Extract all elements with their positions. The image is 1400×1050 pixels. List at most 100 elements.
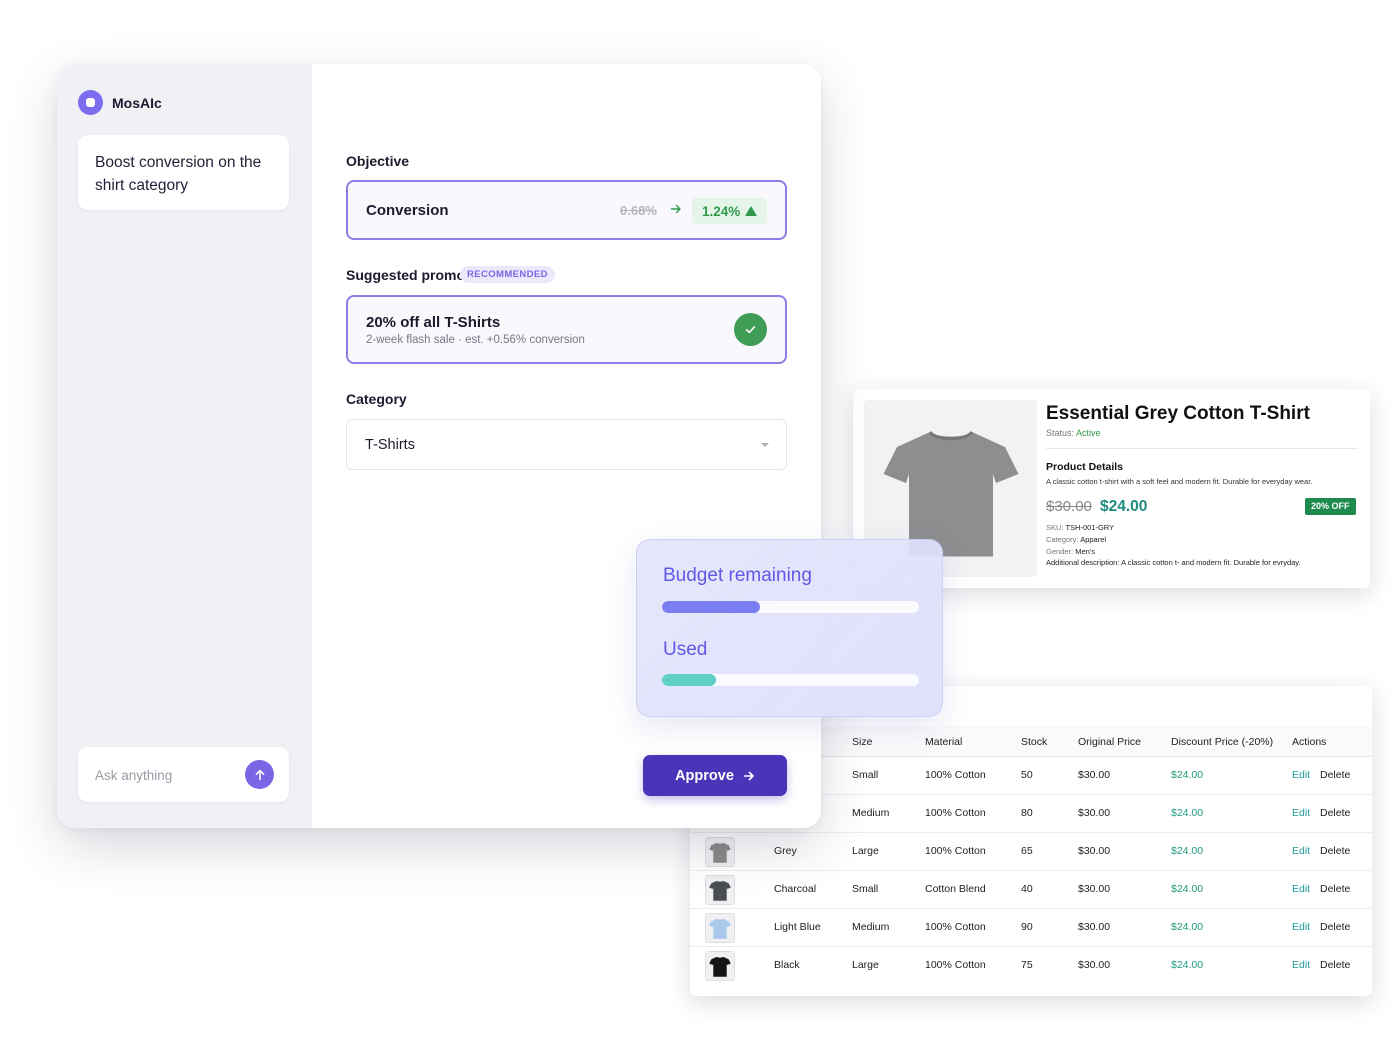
approve-button[interactable]: Approve <box>643 755 787 796</box>
cell-discount-price: $24.00 <box>1171 845 1204 857</box>
edit-link[interactable]: Edit <box>1292 921 1310 933</box>
edit-link[interactable]: Edit <box>1292 845 1310 857</box>
check-icon <box>734 313 767 346</box>
tshirt-thumbnail <box>705 913 735 943</box>
status-key: Status: <box>1046 428 1075 438</box>
cell-original-price: $30.00 <box>1078 845 1111 857</box>
budget-remaining-label: Budget remaining <box>663 565 812 586</box>
objective-new-text: 1.24% <box>702 203 741 219</box>
brand-name: MosAIc <box>112 94 162 111</box>
sku-value: TSH-001-GRY <box>1065 523 1115 532</box>
chevron-down-icon <box>761 443 769 447</box>
budget-remaining-bar <box>662 601 919 613</box>
delete-link[interactable]: Delete <box>1320 883 1350 895</box>
edit-link[interactable]: Edit <box>1292 959 1310 971</box>
gender-value: Men's <box>1075 547 1095 556</box>
objective-new-value: 1.24% <box>692 198 768 224</box>
edit-link[interactable]: Edit <box>1292 883 1310 895</box>
additional-value: A classic cotton t- and modern fit. Dura… <box>1121 558 1301 567</box>
cell-size: Small <box>852 883 879 895</box>
cell-original-price: $30.00 <box>1078 883 1111 895</box>
delete-link[interactable]: Delete <box>1320 845 1350 857</box>
edit-link[interactable]: Edit <box>1292 807 1310 819</box>
cell-color: Light Blue <box>774 921 821 933</box>
cell-material: 100% Cotton <box>925 921 986 933</box>
header-stock: Stock <box>1021 736 1048 748</box>
cell-discount-price: $24.00 <box>1171 959 1204 971</box>
approve-label: Approve <box>675 767 734 784</box>
cell-material: 100% Cotton <box>925 807 986 819</box>
cell-material: Cotton Blend <box>925 883 986 895</box>
product-additional: Additional description: A classic cotton… <box>1046 558 1301 567</box>
cell-stock: 80 <box>1021 807 1033 819</box>
product-details-heading: Product Details <box>1046 461 1124 473</box>
category-label: Category <box>346 391 407 407</box>
gender-key: Gender: <box>1046 547 1074 556</box>
cell-size: Large <box>852 959 879 971</box>
cell-original-price: $30.00 <box>1078 807 1111 819</box>
tshirt-thumbnail <box>705 951 735 981</box>
ask-input[interactable] <box>93 747 237 804</box>
arrow-up-icon <box>255 769 264 780</box>
divider <box>1046 448 1358 449</box>
objective-card[interactable]: Conversion 0.68% 1.24% <box>346 180 787 240</box>
delete-link[interactable]: Delete <box>1320 807 1350 819</box>
cell-original-price: $30.00 <box>1078 769 1111 781</box>
table-row: Grey Large 100% Cotton 65 $30.00 $24.00 … <box>690 832 1372 871</box>
edit-link[interactable]: Edit <box>1292 769 1310 781</box>
product-new-price: $24.00 <box>1100 498 1148 515</box>
cell-original-price: $30.00 <box>1078 959 1111 971</box>
promotion-card[interactable]: 20% off all T-Shirts 2-week flash sale ·… <box>346 295 787 364</box>
product-description: A classic cotton t-shirt with a soft fee… <box>1046 477 1313 486</box>
table-row: Charcoal Small Cotton Blend 40 $30.00 $2… <box>690 870 1372 909</box>
tshirt-icon <box>709 918 731 939</box>
discount-badge: 20% OFF <box>1305 498 1356 515</box>
recommended-badge: RECOMMENDED <box>460 266 555 283</box>
tshirt-icon <box>709 842 731 863</box>
table-row: Black Large 100% Cotton 75 $30.00 $24.00… <box>690 946 1372 984</box>
product-old-price: $30.00 <box>1046 498 1092 515</box>
cell-color: Charcoal <box>774 883 817 895</box>
category-key: Category: <box>1046 535 1079 544</box>
delete-link[interactable]: Delete <box>1320 959 1350 971</box>
delete-link[interactable]: Delete <box>1320 921 1350 933</box>
product-sku: SKU: TSH-001-GRY <box>1046 523 1114 532</box>
cell-size: Small <box>852 769 879 781</box>
sku-key: SKU: <box>1046 523 1064 532</box>
product-gender: Gender: Men's <box>1046 547 1095 556</box>
budget-used-label: Used <box>663 639 708 660</box>
tshirt-thumbnail <box>705 875 735 905</box>
category-select[interactable]: T-Shirts <box>346 419 787 470</box>
objective-old-value: 0.68% <box>620 203 657 218</box>
cell-size: Medium <box>852 807 890 819</box>
sidebar: MosAIc Boost conversion on the shirt cat… <box>57 64 312 828</box>
budget-used-fill <box>662 674 716 686</box>
tshirt-thumbnail <box>705 837 735 867</box>
cell-stock: 40 <box>1021 883 1033 895</box>
objective-label: Objective <box>346 153 410 169</box>
promotion-title: 20% off all T-Shirts <box>366 314 501 331</box>
objective-name: Conversion <box>366 202 449 219</box>
cell-material: 100% Cotton <box>925 769 986 781</box>
category-value: T-Shirts <box>365 437 415 453</box>
cell-discount-price: $24.00 <box>1171 807 1204 819</box>
category-value: Apparel <box>1080 535 1107 544</box>
promotion-subtitle: 2-week flash sale · est. +0.56% conversi… <box>366 334 585 346</box>
budget-used-bar <box>662 674 919 686</box>
cell-discount-price: $24.00 <box>1171 769 1204 781</box>
send-button[interactable] <box>245 760 274 789</box>
chat-prompt-card[interactable]: Boost conversion on the shirt category <box>78 135 289 210</box>
tshirt-icon <box>709 956 731 977</box>
cell-color: Black <box>774 959 800 971</box>
budget-remaining-fill <box>662 601 760 613</box>
additional-key: Additional description: <box>1046 558 1120 567</box>
header-original-price: Original Price <box>1078 736 1142 748</box>
cell-stock: 50 <box>1021 769 1033 781</box>
budget-panel: Budget remaining Used <box>636 539 943 717</box>
delete-link[interactable]: Delete <box>1320 769 1350 781</box>
cell-material: 100% Cotton <box>925 845 986 857</box>
cell-size: Large <box>852 845 879 857</box>
brand: MosAIc <box>78 90 162 115</box>
mosaic-logo-icon <box>78 90 103 115</box>
cell-color: Grey <box>774 845 797 857</box>
